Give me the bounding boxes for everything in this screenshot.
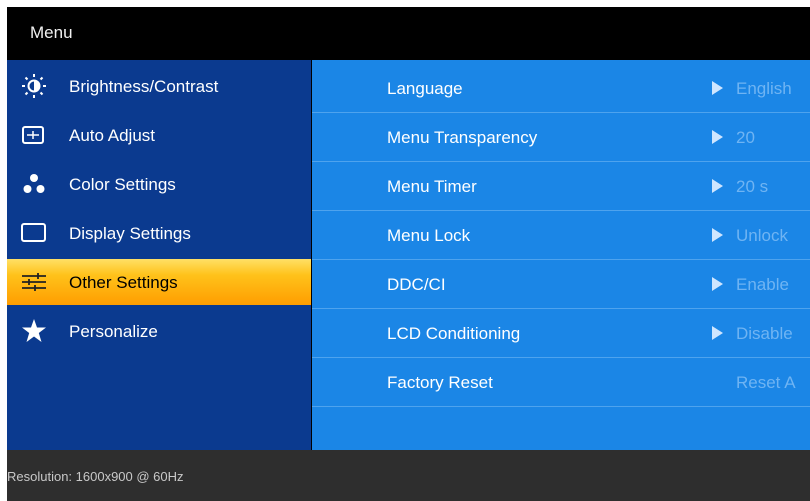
settings-panel: Language English Menu Transparency 20 Me… [312, 60, 810, 450]
setting-value: 20 [736, 128, 755, 147]
setting-value: 20 s [736, 177, 769, 196]
setting-name: Menu Timer [387, 177, 477, 196]
sidebar-item-label: Display Settings [69, 224, 191, 243]
menu-title: Menu [30, 23, 73, 42]
other-settings-icon [22, 273, 46, 291]
sidebar-item-label: Color Settings [69, 175, 176, 194]
color-settings-icon [23, 174, 45, 193]
arrow-right-icon [712, 179, 723, 193]
resolution-text: Resolution: 1600x900 @ 60Hz [7, 469, 184, 484]
sidebar-item-label: Personalize [69, 322, 158, 341]
setting-row-ddc-ci[interactable]: DDC/CI Enable [312, 260, 810, 309]
setting-name: LCD Conditioning [387, 324, 521, 343]
setting-value: Disable [736, 324, 793, 343]
sidebar-item-personalize[interactable]: Personalize [7, 308, 311, 354]
setting-row-lcd-conditioning[interactable]: LCD Conditioning Disable [312, 309, 810, 358]
sidebar-item-color-settings[interactable]: Color Settings [7, 161, 311, 207]
setting-value: Enable [736, 275, 789, 294]
auto-adjust-icon [22, 126, 44, 144]
sidebar-item-label: Auto Adjust [69, 126, 156, 145]
setting-value: Reset A [736, 373, 796, 392]
sidebar-item-display-settings[interactable]: Display Settings [7, 210, 311, 256]
setting-row-language[interactable]: Language English [312, 64, 810, 113]
arrow-right-icon [712, 326, 723, 340]
sidebar-item-label: Brightness/Contrast [69, 77, 219, 96]
sidebar-item-auto-adjust[interactable]: Auto Adjust [7, 112, 311, 158]
title-bar: Menu [7, 7, 810, 60]
setting-row-menu-timer[interactable]: Menu Timer 20 s [312, 162, 810, 211]
star-icon [22, 319, 46, 342]
setting-name: DDC/CI [387, 275, 446, 294]
status-bar: Resolution: 1600x900 @ 60Hz [7, 450, 810, 501]
setting-row-menu-transparency[interactable]: Menu Transparency 20 [312, 113, 810, 162]
sidebar-item-brightness-contrast[interactable]: Brightness/Contrast [7, 63, 311, 109]
setting-name: Language [387, 79, 463, 98]
sidebar-item-label: Other Settings [69, 273, 178, 292]
arrow-right-icon [712, 130, 723, 144]
setting-row-menu-lock[interactable]: Menu Lock Unlock [312, 211, 810, 260]
setting-row-factory-reset[interactable]: Factory Reset Reset A [312, 358, 810, 407]
arrow-right-icon [712, 81, 723, 95]
display-settings-icon [21, 223, 46, 242]
arrow-right-icon [712, 228, 723, 242]
sidebar: Brightness/Contrast Auto Adjust Color Se… [7, 60, 311, 450]
setting-value: English [736, 79, 792, 98]
setting-value: Unlock [736, 226, 788, 245]
arrow-right-icon [712, 277, 723, 291]
sidebar-item-other-settings[interactable]: Other Settings [7, 259, 311, 305]
setting-name: Factory Reset [387, 373, 493, 392]
setting-name: Menu Transparency [387, 128, 538, 147]
brightness-icon [22, 74, 46, 98]
setting-name: Menu Lock [387, 226, 471, 245]
osd-window: Menu Brightness/Contrast Auto Adjust Col… [7, 7, 810, 501]
